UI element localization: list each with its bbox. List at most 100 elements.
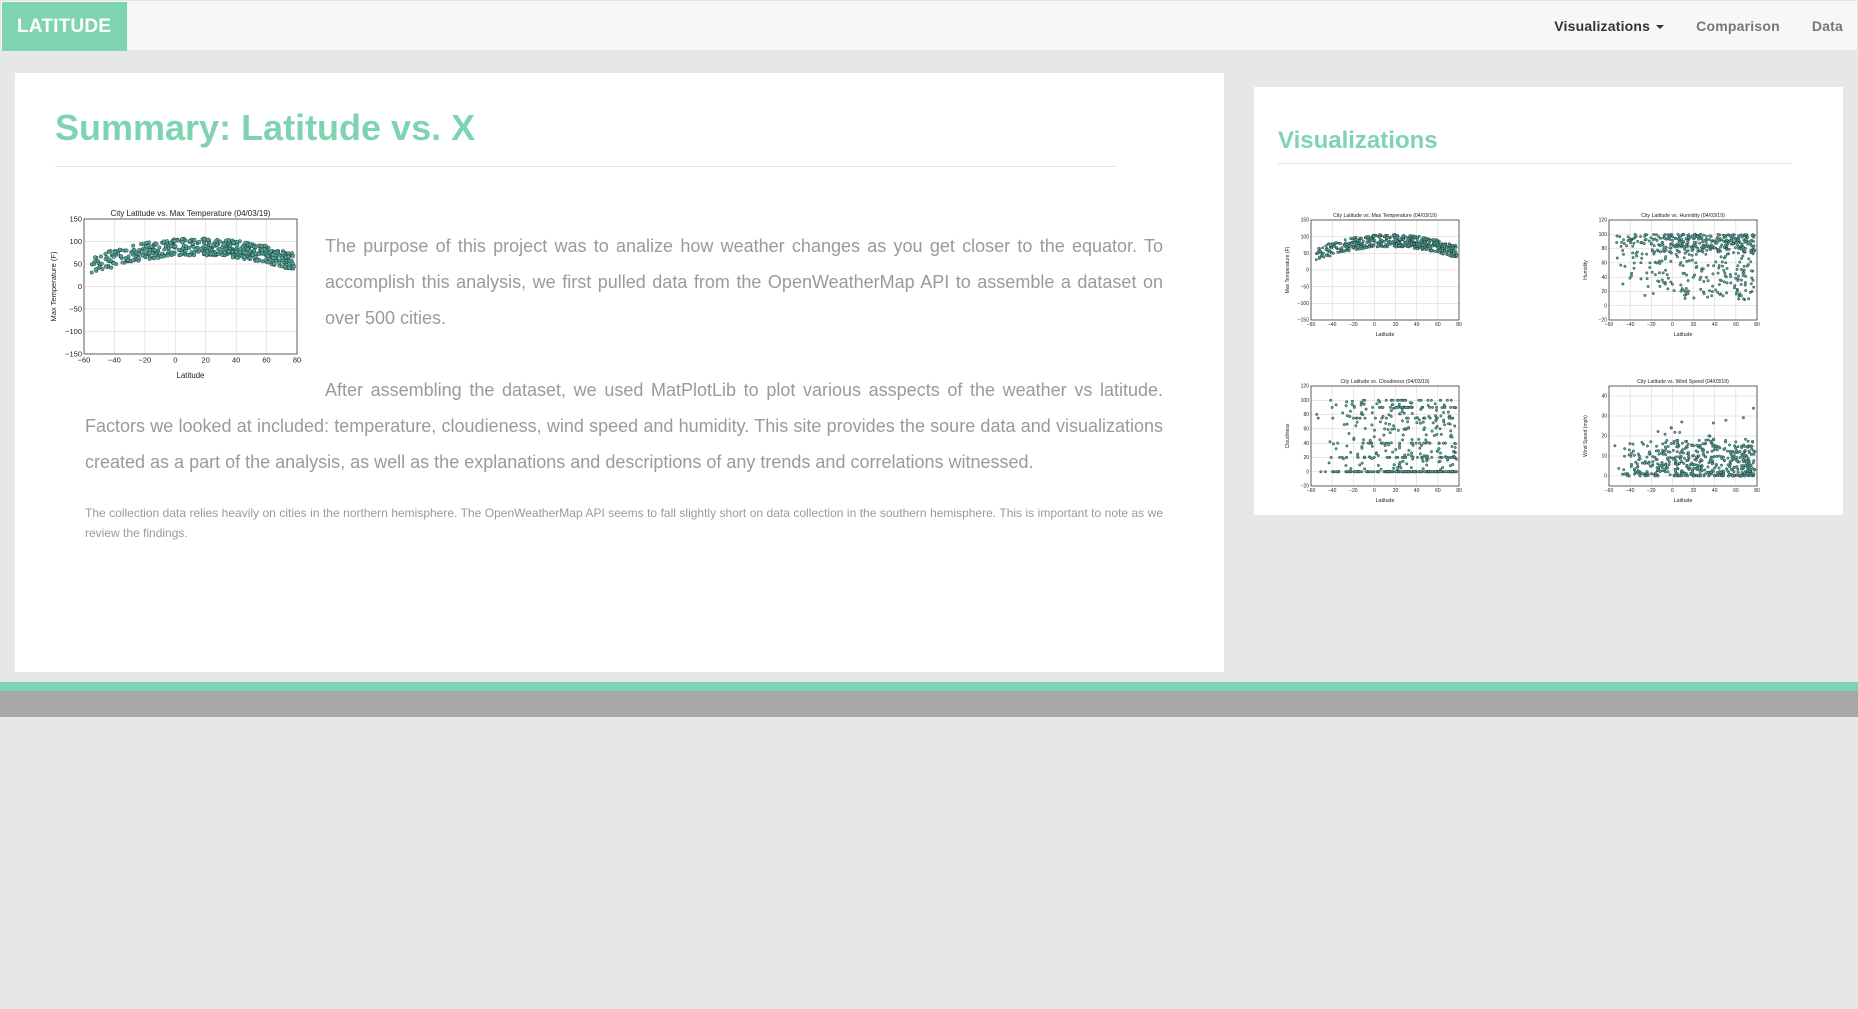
data-point [1729,459,1733,463]
data-point [1372,435,1376,439]
thumb-cloudiness-chart[interactable]: City Latitude vs. Cloudiness (04/03/19) −… [1283,374,1473,504]
data-point [1319,470,1323,474]
data-point [1723,271,1727,275]
data-point [1653,250,1657,254]
data-point [1726,456,1730,460]
data-point [234,255,239,260]
data-point [1669,280,1673,284]
data-point [1752,449,1756,453]
data-point [1424,242,1428,246]
data-point [1384,398,1388,402]
nav-comparison[interactable]: Comparison [1680,1,1796,52]
data-point [1661,248,1665,252]
data-point [1399,398,1403,402]
data-point [1633,467,1636,471]
nav-visualizations-dropdown[interactable]: Visualizations [1538,1,1680,52]
data-point [1736,243,1739,247]
data-point [1663,445,1667,449]
data-point [1742,455,1746,459]
data-point [1650,464,1654,468]
data-point [180,240,185,245]
title-divider [55,166,1116,167]
data-point [1426,454,1429,458]
data-point [1406,237,1410,241]
data-point [254,244,259,249]
data-point [1695,468,1699,472]
data-point [1683,293,1687,297]
data-point [1419,470,1423,474]
data-point [1387,413,1391,417]
data-point [1674,474,1678,477]
data-point [1383,444,1387,448]
data-point [1421,459,1425,463]
data-point [1623,454,1626,458]
data-point [1655,238,1659,242]
data-point [1742,271,1746,275]
data-point [1635,254,1639,258]
thumb-humidity-chart[interactable]: City Latitude vs. Humidity (04/03/19)−60… [1581,208,1771,338]
data-point [1396,406,1400,409]
data-point [1354,424,1358,428]
data-point [1658,244,1662,248]
data-point [1625,244,1629,248]
data-point [1748,462,1752,466]
data-point [1447,422,1450,426]
data-point [1415,247,1419,251]
data-point [1643,293,1647,297]
thumb-wind-chart[interactable]: City Latitude vs. Wind Speed (04/03/19) −… [1581,374,1771,504]
x-tick-label: −40 [1328,488,1337,494]
data-point [1330,243,1334,246]
y-tick-label: 20 [1601,434,1607,440]
y-tick-label: −100 [65,327,82,336]
data-point [286,265,291,270]
data-point [1736,445,1740,449]
data-point [1711,290,1714,293]
data-point [1316,416,1320,420]
data-point [165,253,170,258]
thumb-temperature-chart[interactable]: City Latitude vs. Max Temperature (04/03… [1283,208,1473,338]
data-point [1699,287,1703,291]
data-point [1698,237,1702,240]
data-point [1441,244,1444,248]
nav-data[interactable]: Data [1796,1,1857,52]
y-tick-label: 120 [1599,218,1608,224]
data-point [172,239,177,244]
data-point [1668,473,1672,477]
data-point [1345,470,1348,474]
data-point [1632,453,1636,457]
data-point [1712,443,1715,447]
data-point [1733,246,1737,250]
data-point [1637,452,1640,456]
data-point [124,248,129,253]
data-point [1676,232,1680,236]
x-tick-label: −20 [1647,488,1656,494]
y-tick-label: 0 [1604,303,1607,309]
brand-logo[interactable]: LATITUDE [2,2,127,51]
data-point [1679,243,1683,247]
data-point [1632,237,1636,240]
data-point [1449,429,1453,433]
data-point [1363,416,1367,420]
data-point [1710,294,1714,298]
data-point [1655,261,1659,265]
data-point [1708,234,1712,238]
x-tick-label: −40 [108,356,121,365]
data-point [1752,285,1756,289]
data-point [1744,246,1747,250]
data-point [1692,466,1696,470]
x-axis-label: Latitude [1376,498,1395,504]
data-point [1432,238,1436,242]
data-point [199,246,204,251]
chart-title: City Latitude vs. Cloudiness (04/03/19) [1340,379,1429,385]
data-point [1620,240,1624,244]
data-point [1674,252,1678,256]
data-point [1663,432,1667,436]
data-point [1716,271,1720,275]
summary-temperature-chart[interactable]: City Latitude vs. Max Temperature (04/03… [48,204,301,380]
data-point [259,243,264,248]
data-point [1702,280,1706,283]
data-point [1656,474,1660,478]
data-point [1749,282,1753,286]
data-point [162,247,167,252]
data-point [1407,426,1411,430]
